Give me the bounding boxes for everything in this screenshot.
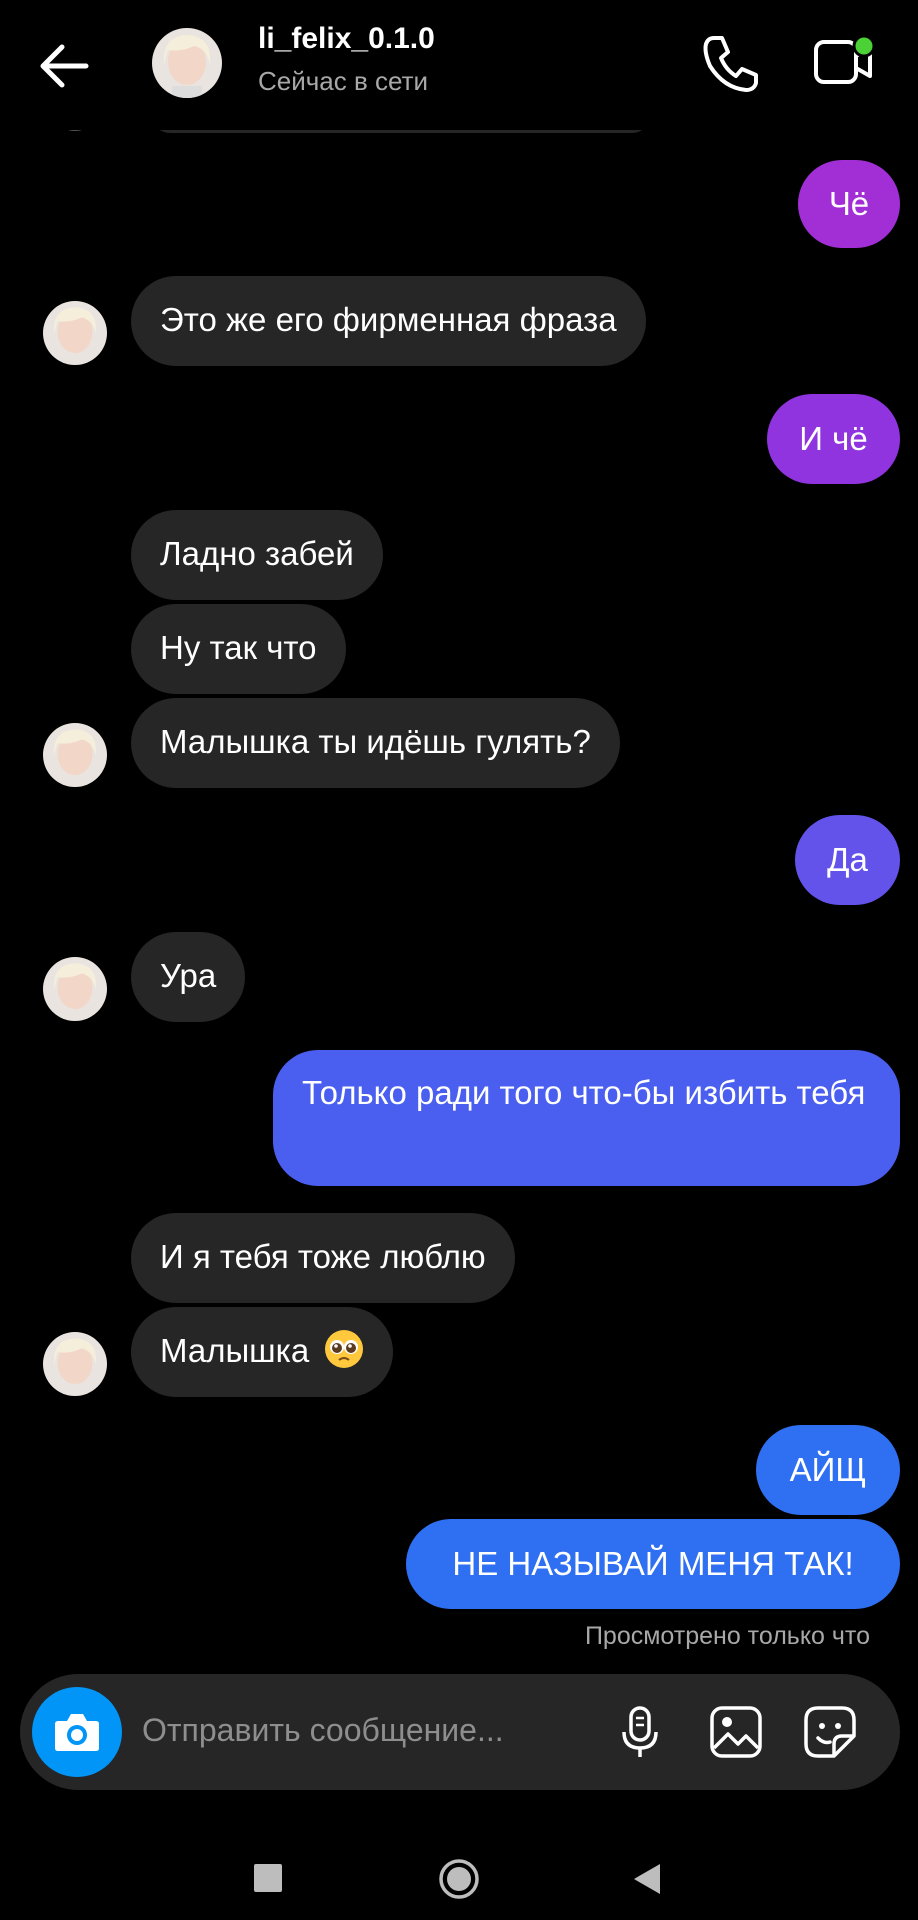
chat-header: li_felix_0.1.0 Сейчас в сети <box>0 0 918 130</box>
message-input[interactable]: Отправить сообщение... <box>142 1712 504 1749</box>
contact-avatar-small[interactable] <box>43 301 107 365</box>
contact-username[interactable]: li_felix_0.1.0 <box>258 22 435 56</box>
message-incoming[interactable]: Малышка ты идёшь гулять? <box>131 698 620 788</box>
contact-avatar[interactable] <box>152 28 222 98</box>
online-status: Сейчас в сети <box>258 66 429 96</box>
pleading-face-emoji <box>325 1330 364 1368</box>
message-incoming[interactable]: И я тебя тоже люблю <box>131 1213 515 1303</box>
contact-avatar-small[interactable] <box>43 1332 107 1396</box>
message-incoming[interactable]: Ну так что <box>131 604 346 694</box>
arrow-left-icon[interactable] <box>34 38 94 94</box>
back-icon[interactable] <box>630 1860 664 1898</box>
message-outgoing[interactable]: И чё <box>767 394 900 484</box>
message-outgoing[interactable]: Только ради того что-бы избить тебя <box>273 1050 900 1186</box>
message-outgoing[interactable]: Чё <box>798 160 900 248</box>
message-composer: Отправить сообщение... <box>20 1674 900 1790</box>
camera-icon <box>55 1714 99 1751</box>
camera-button[interactable] <box>32 1687 122 1777</box>
message-incoming[interactable]: Ура <box>131 932 246 1022</box>
recent-apps-icon[interactable] <box>254 1864 282 1892</box>
contact-avatar-small[interactable] <box>43 957 107 1021</box>
gallery-icon[interactable] <box>708 1704 764 1760</box>
microphone-icon[interactable] <box>612 1704 668 1760</box>
seen-status: Просмотрено только что <box>584 1622 870 1650</box>
message-incoming[interactable]: Это же его фирменная фраза <box>131 276 646 366</box>
video-camera-icon[interactable] <box>812 34 876 90</box>
message-outgoing[interactable]: АЙЩ <box>756 1425 900 1515</box>
contact-avatar-small[interactable] <box>43 723 107 787</box>
system-navigation-bar <box>0 1800 918 1920</box>
message-outgoing[interactable]: НЕ НАЗЫВАЙ МЕНЯ ТАК! <box>406 1519 900 1609</box>
phone-icon[interactable] <box>700 30 760 94</box>
message-incoming[interactable]: Ладно забей <box>131 510 383 600</box>
message-incoming[interactable]: Малышка <box>131 1307 394 1397</box>
message-outgoing[interactable]: Да <box>795 815 900 905</box>
home-icon[interactable] <box>438 1858 480 1900</box>
sticker-icon[interactable] <box>802 1704 858 1760</box>
